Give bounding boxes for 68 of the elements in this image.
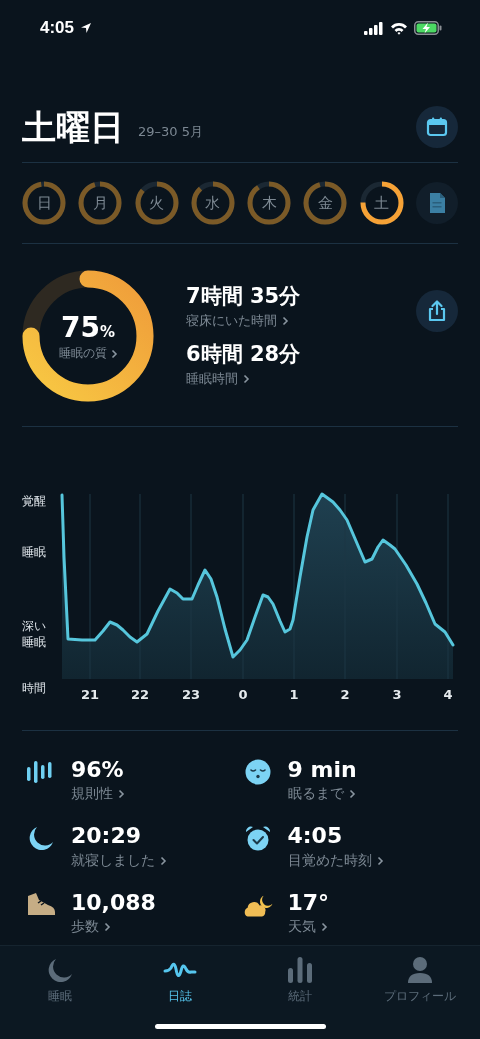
stat-value: 20:29 [71,823,143,850]
duration-link[interactable]: 睡眠時間 [186,370,250,388]
stat-value: 96% [71,757,125,784]
chevron-icon [348,789,356,800]
chevron-icon [376,855,384,866]
day-ring[interactable]: 火 [134,181,179,225]
bar-chart-icon [287,956,313,984]
moon-icon [47,956,73,984]
stat-link[interactable]: 規則性 [71,785,125,804]
day-ring[interactable]: 木 [247,181,292,225]
stat-link[interactable]: 就寝しました [71,851,167,870]
moon-icon [28,825,54,852]
y-axis-label: 覚醒 [22,494,47,510]
x-tick-label: 22 [130,687,150,702]
day-ring[interactable]: 金 [303,181,348,225]
duration-value: 6時間 28分 [186,341,301,368]
x-tick-label: 1 [289,687,299,702]
date-range: 29–30 5月 [138,123,203,141]
share-button[interactable] [416,290,458,332]
x-tick-label: 4 [443,687,453,702]
shoe-icon [26,891,56,916]
chevron-icon [110,348,118,359]
calendar-button[interactable] [416,106,458,148]
x-tick-label: 0 [238,687,248,702]
stat-value: 4:05 [287,823,344,850]
y-axis-label: 深い睡眠 [22,619,47,651]
battery-charging-icon [414,21,442,35]
status-time: 4:05 [40,18,75,38]
stat-link[interactable]: 歩数 [71,918,111,937]
duration-link[interactable]: 寝床にいた時間 [186,312,289,330]
signal-icon [364,21,384,35]
document-icon [427,192,446,214]
tab[interactable]: 日誌 [120,956,240,1005]
x-axis-label: 時間 [22,681,47,697]
chevron-icon [282,316,289,326]
day-ring[interactable]: 日 [22,181,66,225]
day-title: 土曜日 [22,106,124,149]
tab[interactable]: 睡眠 [0,956,120,1005]
stat-link[interactable]: 眠るまで [287,785,356,804]
x-tick-label: 21 [80,687,100,702]
chevron-icon [243,374,250,384]
x-tick-label: 23 [181,687,201,702]
chevron-icon [118,789,125,800]
calendar-icon [426,116,448,138]
day-ring[interactable]: 月 [78,181,123,225]
y-axis-label: 睡眠 [22,545,47,561]
stat-value: 9 min [287,757,357,784]
day-ring[interactable]: 土 [359,181,404,225]
duration-value: 7時間 35分 [186,283,301,310]
tab[interactable]: 統計 [240,956,360,1005]
stat-link[interactable]: 目覚めた時刻 [287,851,384,870]
chevron-icon [320,922,328,933]
wifi-icon [390,21,408,35]
stat-value: 10,088 [71,889,156,917]
x-tick-label: 2 [340,687,350,702]
sleep-quality-ring[interactable]: 75% 睡眠の質 [22,270,154,402]
stat-link[interactable]: 天気 [287,918,328,937]
chevron-icon [160,855,167,866]
chevron-icon [104,922,111,933]
stat-value: 17° [287,889,330,917]
location-arrow-icon [80,22,93,34]
share-icon [427,300,447,322]
document-button[interactable] [415,182,458,224]
person-icon [407,956,433,984]
tab[interactable]: プロフィール [360,956,480,1005]
x-tick-label: 3 [392,687,402,702]
sleepy-face-icon [244,759,271,785]
day-ring[interactable]: 水 [190,181,235,225]
